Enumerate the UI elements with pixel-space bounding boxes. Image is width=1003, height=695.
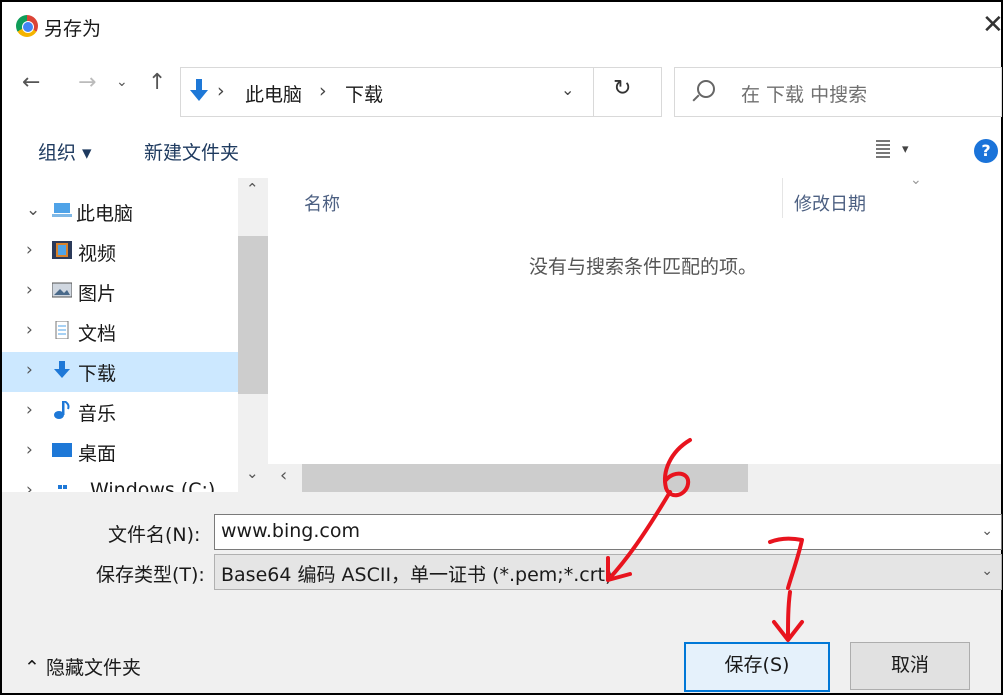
title-bar: 另存为 ✕ [2, 2, 1003, 50]
breadcrumb-downloads[interactable]: 下载 [345, 80, 383, 107]
forward-button[interactable]: → [78, 70, 96, 95]
close-icon[interactable]: ✕ [982, 10, 1003, 40]
computer-icon [52, 203, 72, 217]
column-header-name[interactable]: 名称 [304, 190, 340, 216]
expand-chevron-icon[interactable]: › [26, 360, 33, 380]
expand-chevron-icon[interactable]: › [26, 280, 33, 300]
save-as-dialog: 另存为 ✕ ← → ⌄ ↑ › 此电脑 › 下载 ⌄ ↻ 在 下载 中搜索 组织… [0, 0, 1003, 695]
search-input[interactable]: 在 下载 中搜索 [741, 80, 867, 107]
search-box[interactable]: 在 下载 中搜索 [674, 67, 1002, 117]
file-type-dropdown-icon[interactable]: ⌄ [981, 563, 993, 579]
address-dropdown-icon[interactable]: ⌄ [561, 80, 574, 99]
expand-chevron-icon[interactable]: › [26, 400, 33, 420]
documents-icon [55, 321, 69, 339]
tree-item-label: 文档 [78, 323, 117, 345]
refresh-button[interactable]: ↻ [613, 76, 631, 101]
tree-item-label: 此电脑 [76, 203, 134, 225]
hide-folders-toggle[interactable]: ⌃ 隐藏文件夹 [24, 653, 141, 680]
tree-scrollbar-thumb[interactable] [238, 236, 268, 394]
chrome-logo-icon [16, 15, 38, 37]
cancel-button[interactable]: 取消 [850, 642, 970, 690]
up-button[interactable]: ↑ [148, 70, 166, 95]
download-arrow-icon [190, 79, 208, 101]
filename-input[interactable]: www.bing.com [221, 520, 360, 542]
view-options-icon[interactable] [876, 140, 890, 158]
video-icon [52, 241, 72, 259]
tree-item-pictures[interactable]: › 图片 [2, 272, 238, 312]
horizontal-scrollbar-thumb[interactable] [302, 464, 748, 492]
tree-item-downloads[interactable]: › 下载 [2, 352, 238, 392]
tree-item-label: 下载 [78, 363, 117, 385]
scroll-down-icon[interactable]: ⌄ [246, 464, 259, 482]
pictures-icon [52, 282, 72, 298]
tree-item-label: 视频 [78, 243, 117, 265]
music-icon [54, 401, 70, 419]
expand-chevron-icon[interactable]: › [26, 480, 33, 492]
recent-locations-chevron-icon[interactable]: ⌄ [116, 74, 128, 90]
breadcrumb-separator-icon: › [319, 80, 327, 102]
expand-chevron-icon[interactable]: › [26, 320, 33, 340]
search-icon [697, 80, 715, 98]
tree-item-this-pc[interactable]: ⌄ 此电脑 [2, 192, 238, 232]
tree-item-music[interactable]: › 音乐 [2, 392, 238, 432]
tree-item-label: 图片 [78, 283, 117, 305]
column-header-date[interactable]: 修改日期 [794, 190, 866, 216]
column-divider [782, 178, 783, 218]
file-type-value: Base64 编码 ASCII，单一证书 (*.pem;*.crt) [221, 564, 613, 586]
file-list [268, 178, 1001, 492]
download-icon [54, 361, 70, 378]
new-folder-button[interactable]: 新建文件夹 [144, 138, 239, 165]
filename-field[interactable]: www.bing.com ⌄ [214, 514, 1002, 550]
save-button[interactable]: 保存(S) [684, 642, 830, 692]
empty-message: 没有与搜索条件匹配的项。 [529, 256, 758, 278]
help-icon[interactable]: ? [974, 139, 998, 163]
dialog-title: 另存为 [44, 18, 102, 40]
scroll-left-icon[interactable]: ‹ [280, 465, 287, 486]
breadcrumb-separator-icon: › [217, 80, 225, 102]
scroll-up-icon[interactable]: ⌃ [246, 180, 259, 198]
desktop-icon [52, 443, 72, 457]
address-bar[interactable]: › 此电脑 › 下载 ⌄ ↻ [180, 67, 662, 117]
back-button[interactable]: ← [22, 70, 40, 95]
tree-item-label: Windows (C:) [90, 479, 216, 492]
drive-icon [58, 485, 67, 489]
file-type-select[interactable]: Base64 编码 ASCII，单一证书 (*.pem;*.crt) ⌄ [214, 554, 1002, 590]
tree-item-videos[interactable]: › 视频 [2, 232, 238, 272]
tree-item-label: 音乐 [78, 403, 117, 425]
file-type-label: 保存类型(T): [96, 564, 205, 586]
tree-item-documents[interactable]: › 文档 [2, 312, 238, 352]
navigation-pane: ⌄ 此电脑 › 视频 › 图片 › 文档 › 下载 › 音乐 › 桌面 › Wi… [2, 178, 268, 492]
expand-chevron-icon[interactable]: › [26, 440, 33, 460]
tree-item-label: 桌面 [78, 443, 117, 465]
tree-item-desktop[interactable]: › 桌面 [2, 432, 238, 472]
divider [593, 68, 594, 116]
organize-button[interactable]: 组织 ▾ [38, 138, 92, 165]
breadcrumb-this-pc[interactable]: 此电脑 [245, 80, 302, 107]
filename-dropdown-icon[interactable]: ⌄ [981, 523, 993, 539]
expand-chevron-icon[interactable]: ⌄ [26, 200, 40, 220]
tree-item-windows-c[interactable]: › Windows (C:) [2, 472, 238, 492]
expand-chevron-icon[interactable]: › [26, 240, 33, 260]
filename-label: 文件名(N): [108, 524, 201, 546]
view-caret-icon[interactable]: ▾ [902, 142, 909, 157]
sort-chevron-icon: ⌄ [910, 172, 922, 188]
